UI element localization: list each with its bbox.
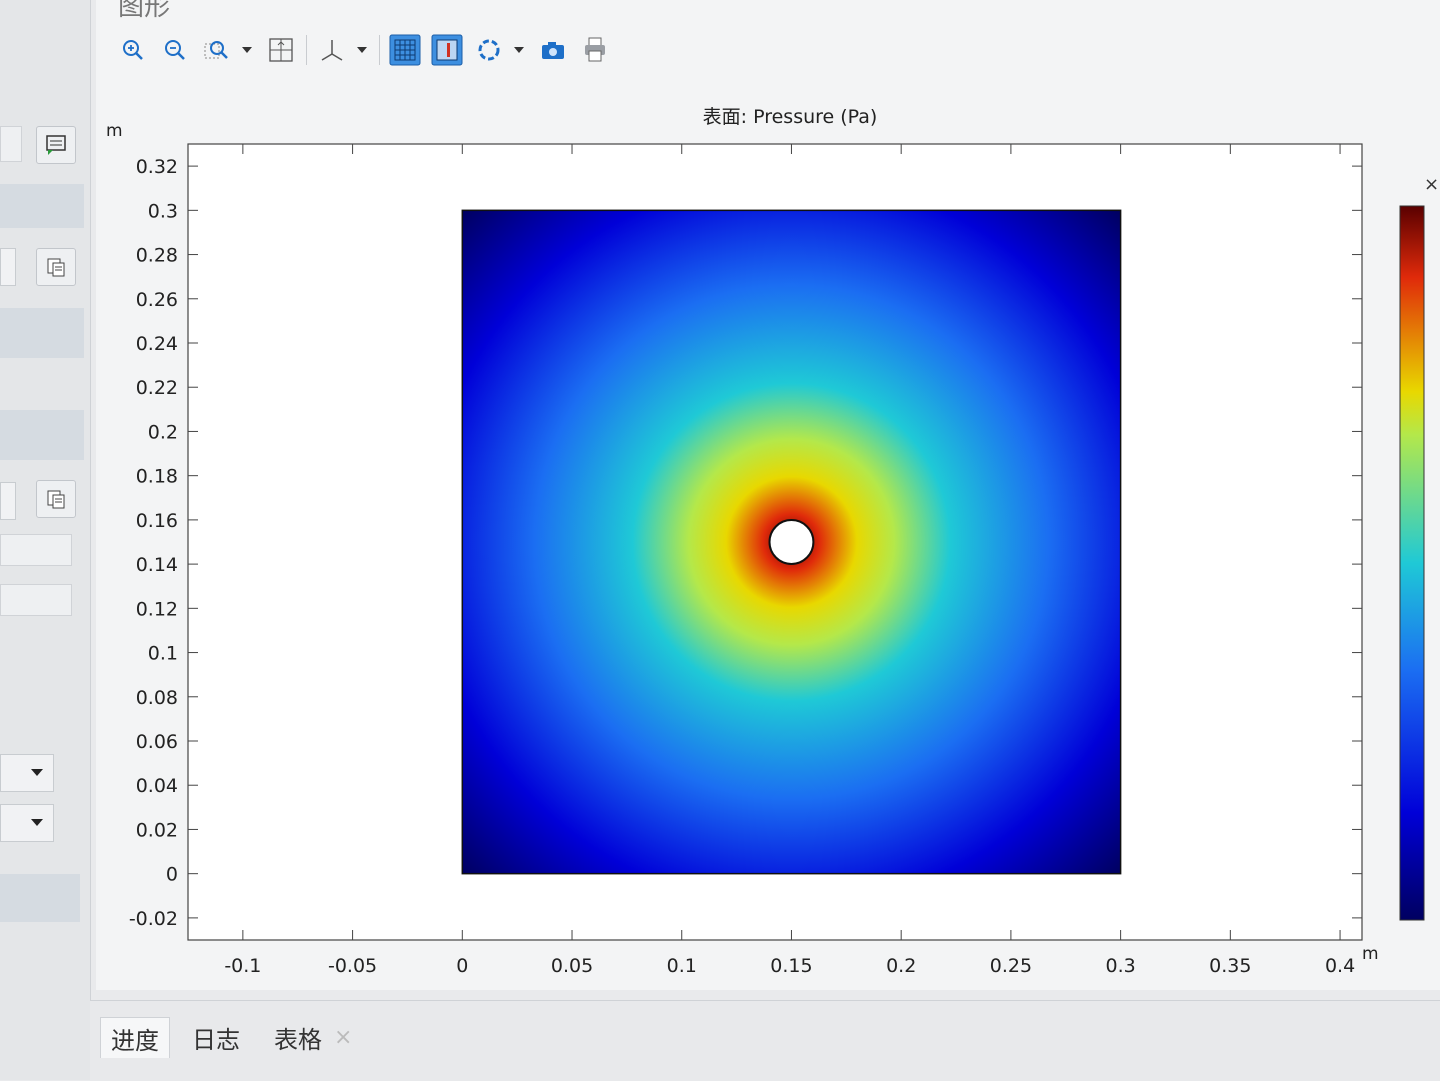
y-tick-label: 0.18 [136,466,178,488]
plot-title: 表面: Pressure (Pa) [703,106,878,128]
bottom-panel: 进度 日志 表格 × [90,1000,1440,1081]
y-tick-label: 0.22 [136,377,178,399]
y-tick-label: 0.2 [148,421,178,443]
rotate-button[interactable] [472,33,506,67]
copy-settings-button[interactable] [36,480,76,518]
zoom-extents-button[interactable] [264,33,298,67]
source-hole [768,519,815,565]
colorbar-icon [431,34,463,66]
zoom-extents-icon [269,38,293,62]
chevron-down-icon[interactable] [242,47,252,53]
toolbar-separator [379,35,380,65]
y-tick-label: -0.02 [129,908,178,930]
settings-dropdown[interactable] [0,804,54,842]
x-tick-label: 0.05 [551,955,593,977]
settings-field[interactable] [0,534,72,566]
x-tick-label: -0.1 [224,955,261,977]
tab-table[interactable]: 表格 × [264,1017,362,1057]
colorbar [1399,205,1425,921]
axis-icon [321,40,343,61]
y-tick-label: 0.16 [136,510,178,532]
x-axis-unit: m [1362,944,1379,964]
settings-field[interactable] [0,584,72,616]
tab-label: 表格 [274,1025,322,1054]
x-tick-label: 0.3 [1106,955,1136,977]
tab-label: 日志 [192,1025,240,1054]
settings-dropdown[interactable] [0,754,54,792]
zoom-out-button[interactable] [158,33,192,67]
x-tick-label: 0.35 [1209,955,1251,977]
tab-label: 进度 [111,1026,159,1055]
y-tick-label: 0 [166,864,178,886]
zoom-in-icon [123,40,143,60]
y-tick-label: 0.02 [136,819,178,841]
graphics-toolbar [116,30,620,70]
chevron-down-icon[interactable] [357,47,367,53]
x-tick-label: 0.2 [886,955,916,977]
settings-section-header[interactable] [0,410,84,460]
toolbar-separator [306,35,307,65]
x-tick-label: 0.15 [770,955,812,977]
chevron-down-icon [31,819,43,826]
settings-field[interactable] [0,126,22,162]
y-tick-label: 0.08 [136,687,178,709]
settings-section-header[interactable] [0,184,84,228]
print-icon [585,37,605,62]
chevron-down-icon[interactable] [514,47,524,53]
x-tick-label: 0.1 [667,955,697,977]
copy-icon [47,258,65,277]
y-tick-label: 0.28 [136,245,178,267]
surface-plot[interactable]: 表面: Pressure (Pa) -0.1 -0.05 0 0.05 0.1 0.15 0… [96,96,1440,986]
settings-dropdown[interactable] [0,248,16,286]
rotate-icon [478,39,500,61]
zoom-box-icon [204,41,228,59]
close-icon[interactable]: × [334,1025,352,1050]
grid-icon [389,34,421,66]
x-tick-label: 0.25 [990,955,1032,977]
y-axis-unit: m [106,121,123,141]
x-tick-label: 0.4 [1325,955,1355,977]
y-tick-label: 0.04 [136,775,178,797]
settings-section-header[interactable] [0,874,80,922]
y-tick-label: 0.12 [136,598,178,620]
y-tick-label: 0.3 [148,200,178,222]
zoom-box-button[interactable] [200,33,234,67]
settings-section-header[interactable] [0,308,84,358]
copy-icon [47,490,65,509]
plot-area[interactable]: 表面: Pressure (Pa) -0.1 -0.05 0 0.05 0.1 0.15 0… [96,96,1440,986]
print-button[interactable] [578,33,612,67]
plot-settings-button[interactable] [36,126,76,164]
camera-icon [542,42,564,59]
settings-panel [0,0,91,1080]
close-colorbar-icon[interactable]: × [1424,174,1439,195]
y-tick-label: 0.1 [148,643,178,665]
screenshot-button[interactable] [536,33,570,67]
zoom-out-icon [165,40,185,60]
grid-toggle-button[interactable] [388,33,422,67]
colorbar-toggle-button[interactable] [430,33,464,67]
axis-orientation-button[interactable] [315,33,349,67]
y-tick-label: 0.06 [136,731,178,753]
zoom-in-button[interactable] [116,33,150,67]
x-tick-label: 0 [456,955,468,977]
y-tick-label: 0.26 [136,289,178,311]
tab-progress[interactable]: 进度 [100,1017,170,1058]
chevron-down-icon [31,769,43,776]
x-tick-label: -0.05 [328,955,377,977]
y-tick-label: 0.32 [136,156,178,178]
notes-icon [46,135,66,155]
settings-dropdown[interactable] [0,482,16,520]
window-title: 图形 [118,0,171,22]
copy-settings-button[interactable] [36,248,76,286]
y-tick-label: 0.14 [136,554,178,576]
tab-log[interactable]: 日志 [182,1017,250,1057]
y-tick-label: 0.24 [136,333,178,355]
